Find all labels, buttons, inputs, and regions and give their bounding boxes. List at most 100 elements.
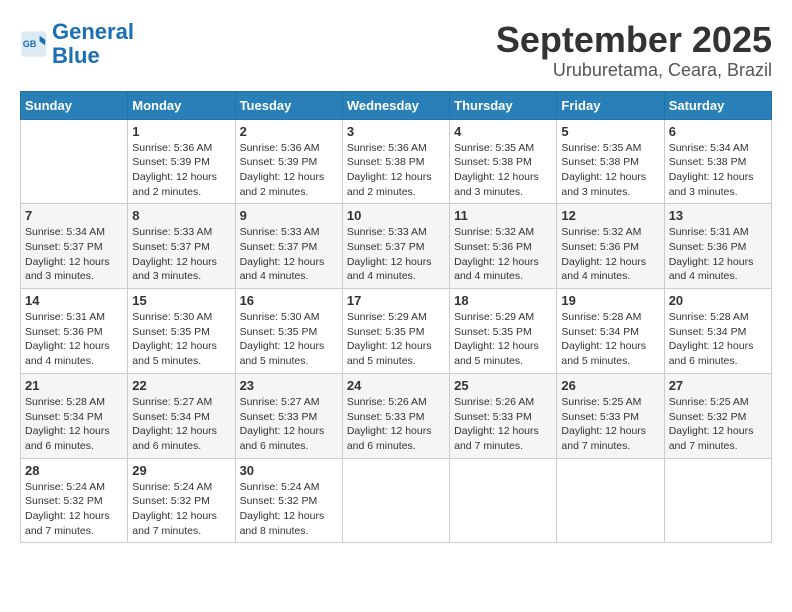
calendar-week-row: 28 Sunrise: 5:24 AMSunset: 5:32 PMDayligh…	[21, 458, 772, 543]
day-number: 1	[132, 124, 230, 139]
header-day-tuesday: Tuesday	[235, 91, 342, 119]
day-number: 25	[454, 378, 552, 393]
calendar-cell	[342, 458, 449, 543]
day-number: 17	[347, 293, 445, 308]
calendar-cell: 10 Sunrise: 5:33 AMSunset: 5:37 PMDayligh…	[342, 204, 449, 289]
day-number: 21	[25, 378, 123, 393]
day-info: Sunrise: 5:33 AMSunset: 5:37 PMDaylight:…	[132, 225, 230, 284]
day-number: 30	[240, 463, 338, 478]
calendar-week-row: 7 Sunrise: 5:34 AMSunset: 5:37 PMDaylight…	[21, 204, 772, 289]
calendar-cell: 7 Sunrise: 5:34 AMSunset: 5:37 PMDaylight…	[21, 204, 128, 289]
day-info: Sunrise: 5:32 AMSunset: 5:36 PMDaylight:…	[454, 225, 552, 284]
calendar-subtitle: Uruburetama, Ceara, Brazil	[496, 60, 772, 81]
day-number: 5	[561, 124, 659, 139]
calendar-cell	[664, 458, 771, 543]
day-number: 2	[240, 124, 338, 139]
day-info: Sunrise: 5:31 AMSunset: 5:36 PMDaylight:…	[669, 225, 767, 284]
calendar-cell: 6 Sunrise: 5:34 AMSunset: 5:38 PMDaylight…	[664, 119, 771, 204]
day-number: 10	[347, 208, 445, 223]
calendar-title: September 2025	[496, 20, 772, 60]
calendar-cell: 19Sunrise: 5:28 AMSunset: 5:34 PMDayligh…	[557, 289, 664, 374]
calendar-cell	[450, 458, 557, 543]
calendar-cell: 29Sunrise: 5:24 AMSunset: 5:32 PMDayligh…	[128, 458, 235, 543]
header-day-monday: Monday	[128, 91, 235, 119]
logo-text: General Blue	[52, 20, 134, 68]
day-number: 23	[240, 378, 338, 393]
day-number: 15	[132, 293, 230, 308]
calendar-cell	[21, 119, 128, 204]
day-number: 24	[347, 378, 445, 393]
calendar-cell: 2 Sunrise: 5:36 AMSunset: 5:39 PMDaylight…	[235, 119, 342, 204]
day-info: Sunrise: 5:28 AMSunset: 5:34 PMDaylight:…	[669, 310, 767, 369]
day-number: 26	[561, 378, 659, 393]
calendar-cell: 1 Sunrise: 5:36 AMSunset: 5:39 PMDaylight…	[128, 119, 235, 204]
day-info: Sunrise: 5:33 AMSunset: 5:37 PMDaylight:…	[240, 225, 338, 284]
calendar-cell: 9 Sunrise: 5:33 AMSunset: 5:37 PMDaylight…	[235, 204, 342, 289]
day-info: Sunrise: 5:36 AMSunset: 5:39 PMDaylight:…	[132, 141, 230, 200]
day-number: 14	[25, 293, 123, 308]
day-info: Sunrise: 5:29 AMSunset: 5:35 PMDaylight:…	[454, 310, 552, 369]
calendar-cell: 28 Sunrise: 5:24 AMSunset: 5:32 PMDayligh…	[21, 458, 128, 543]
day-info: Sunrise: 5:28 AMSunset: 5:34 PMDaylight:…	[25, 395, 123, 454]
calendar-cell: 17Sunrise: 5:29 AMSunset: 5:35 PMDayligh…	[342, 289, 449, 374]
day-info: Sunrise: 5:35 AMSunset: 5:38 PMDaylight:…	[561, 141, 659, 200]
day-info: Sunrise: 5:34 AMSunset: 5:38 PMDaylight:…	[669, 141, 767, 200]
header-row: SundayMondayTuesdayWednesdayThursdayFrid…	[21, 91, 772, 119]
calendar-table: SundayMondayTuesdayWednesdayThursdayFrid…	[20, 91, 772, 544]
header-day-sunday: Sunday	[21, 91, 128, 119]
day-number: 12	[561, 208, 659, 223]
day-info: Sunrise: 5:31 AMSunset: 5:36 PMDaylight:…	[25, 310, 123, 369]
header-day-thursday: Thursday	[450, 91, 557, 119]
calendar-cell: 11 Sunrise: 5:32 AMSunset: 5:36 PMDayligh…	[450, 204, 557, 289]
day-info: Sunrise: 5:25 AMSunset: 5:33 PMDaylight:…	[561, 395, 659, 454]
day-number: 7	[25, 208, 123, 223]
day-info: Sunrise: 5:36 AMSunset: 5:38 PMDaylight:…	[347, 141, 445, 200]
calendar-cell: 18Sunrise: 5:29 AMSunset: 5:35 PMDayligh…	[450, 289, 557, 374]
day-info: Sunrise: 5:35 AMSunset: 5:38 PMDaylight:…	[454, 141, 552, 200]
day-number: 6	[669, 124, 767, 139]
title-block: September 2025 Uruburetama, Ceara, Brazi…	[496, 20, 772, 81]
day-number: 28	[25, 463, 123, 478]
calendar-cell: 24 Sunrise: 5:26 AMSunset: 5:33 PMDayligh…	[342, 373, 449, 458]
day-info: Sunrise: 5:30 AMSunset: 5:35 PMDaylight:…	[132, 310, 230, 369]
day-number: 11	[454, 208, 552, 223]
page-header: GB General Blue September 2025 Urubureta…	[20, 20, 772, 81]
day-number: 4	[454, 124, 552, 139]
calendar-cell: 8 Sunrise: 5:33 AMSunset: 5:37 PMDaylight…	[128, 204, 235, 289]
day-number: 22	[132, 378, 230, 393]
header-day-wednesday: Wednesday	[342, 91, 449, 119]
calendar-cell	[557, 458, 664, 543]
calendar-cell: 27Sunrise: 5:25 AMSunset: 5:32 PMDayligh…	[664, 373, 771, 458]
day-number: 13	[669, 208, 767, 223]
day-info: Sunrise: 5:32 AMSunset: 5:36 PMDaylight:…	[561, 225, 659, 284]
calendar-cell: 3Sunrise: 5:36 AMSunset: 5:38 PMDaylight…	[342, 119, 449, 204]
day-number: 8	[132, 208, 230, 223]
day-info: Sunrise: 5:28 AMSunset: 5:34 PMDaylight:…	[561, 310, 659, 369]
calendar-cell: 25Sunrise: 5:26 AMSunset: 5:33 PMDayligh…	[450, 373, 557, 458]
day-info: Sunrise: 5:24 AMSunset: 5:32 PMDaylight:…	[25, 480, 123, 539]
day-number: 16	[240, 293, 338, 308]
day-info: Sunrise: 5:26 AMSunset: 5:33 PMDaylight:…	[347, 395, 445, 454]
day-info: Sunrise: 5:24 AMSunset: 5:32 PMDaylight:…	[132, 480, 230, 539]
calendar-week-row: 14 Sunrise: 5:31 AMSunset: 5:36 PMDayligh…	[21, 289, 772, 374]
calendar-header: SundayMondayTuesdayWednesdayThursdayFrid…	[21, 91, 772, 119]
day-info: Sunrise: 5:33 AMSunset: 5:37 PMDaylight:…	[347, 225, 445, 284]
calendar-cell: 14 Sunrise: 5:31 AMSunset: 5:36 PMDayligh…	[21, 289, 128, 374]
calendar-cell: 21 Sunrise: 5:28 AMSunset: 5:34 PMDayligh…	[21, 373, 128, 458]
day-info: Sunrise: 5:25 AMSunset: 5:32 PMDaylight:…	[669, 395, 767, 454]
calendar-cell: 12 Sunrise: 5:32 AMSunset: 5:36 PMDayligh…	[557, 204, 664, 289]
day-number: 9	[240, 208, 338, 223]
day-info: Sunrise: 5:34 AMSunset: 5:37 PMDaylight:…	[25, 225, 123, 284]
calendar-cell: 13 Sunrise: 5:31 AMSunset: 5:36 PMDayligh…	[664, 204, 771, 289]
calendar-cell: 30 Sunrise: 5:24 AMSunset: 5:32 PMDayligh…	[235, 458, 342, 543]
header-day-friday: Friday	[557, 91, 664, 119]
day-number: 20	[669, 293, 767, 308]
calendar-cell: 16Sunrise: 5:30 AMSunset: 5:35 PMDayligh…	[235, 289, 342, 374]
calendar-cell: 20 Sunrise: 5:28 AMSunset: 5:34 PMDayligh…	[664, 289, 771, 374]
calendar-cell: 15 Sunrise: 5:30 AMSunset: 5:35 PMDayligh…	[128, 289, 235, 374]
day-info: Sunrise: 5:36 AMSunset: 5:39 PMDaylight:…	[240, 141, 338, 200]
day-info: Sunrise: 5:24 AMSunset: 5:32 PMDaylight:…	[240, 480, 338, 539]
calendar-cell: 22Sunrise: 5:27 AMSunset: 5:34 PMDayligh…	[128, 373, 235, 458]
calendar-week-row: 21 Sunrise: 5:28 AMSunset: 5:34 PMDayligh…	[21, 373, 772, 458]
calendar-body: 1 Sunrise: 5:36 AMSunset: 5:39 PMDaylight…	[21, 119, 772, 543]
